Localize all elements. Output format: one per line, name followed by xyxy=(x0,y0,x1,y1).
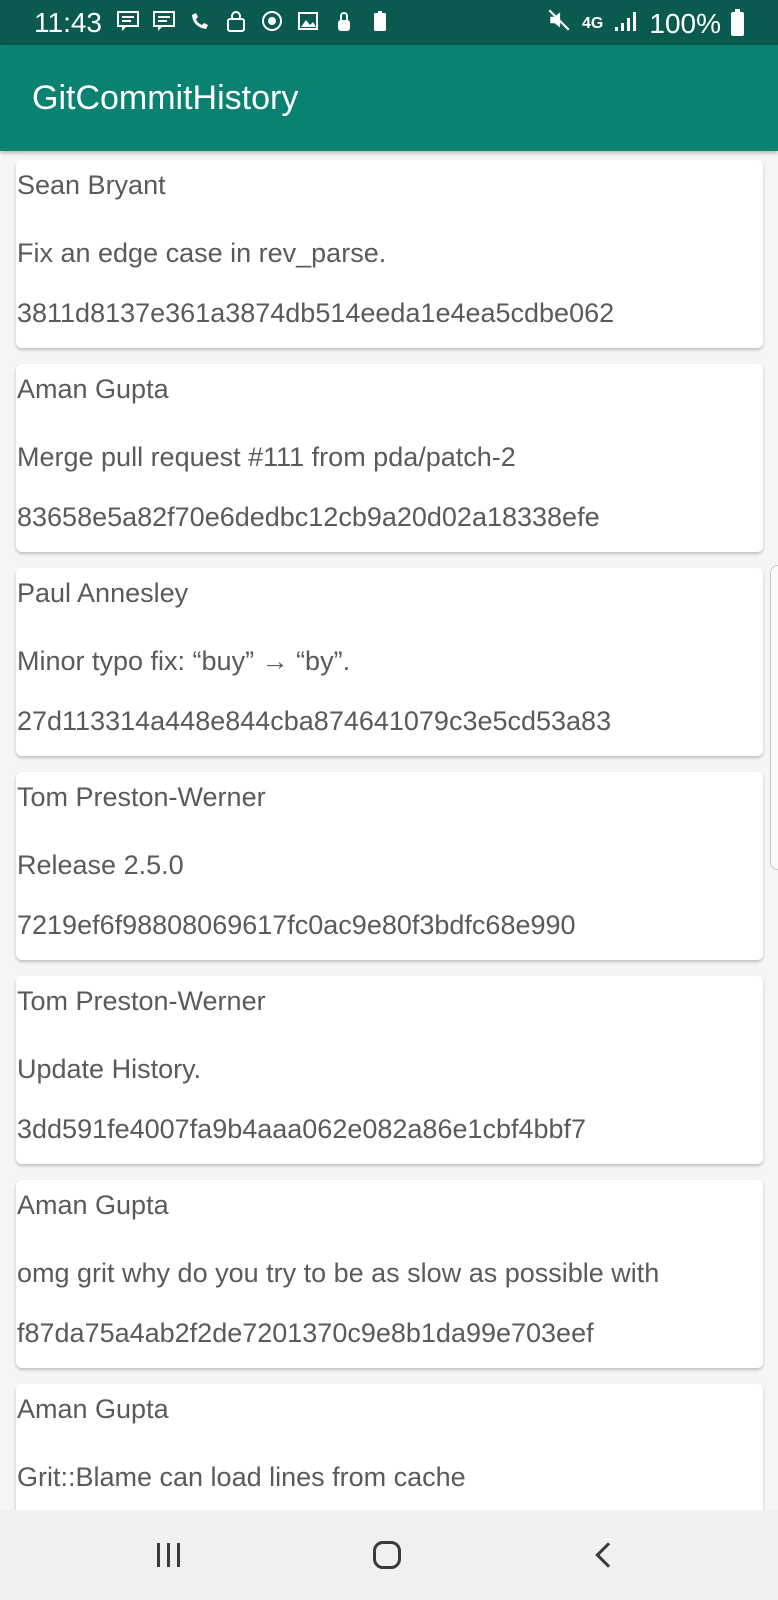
commit-list[interactable]: Sean Bryant Fix an edge case in rev_pars… xyxy=(0,151,778,1510)
commit-card[interactable]: Paul Annesley Minor typo fix: “buy” → “b… xyxy=(16,568,763,756)
commit-message: Release 2.5.0 xyxy=(17,850,184,880)
home-button[interactable] xyxy=(357,1530,417,1580)
image-icon xyxy=(295,8,321,34)
status-time: 11:43 xyxy=(34,7,102,38)
app-bar: GitCommitHistory xyxy=(0,45,778,151)
commit-sha: 27d113314a448e844cba874641079c3e5cd53a83 xyxy=(17,706,612,737)
commit-card[interactable]: Tom Preston-Werner Release 2.5.0 7219ef6… xyxy=(16,772,763,960)
recents-button[interactable] xyxy=(138,1530,198,1580)
commit-sha: 7219ef6f98808069617fc0ac9e80f3bdfc68e990 xyxy=(17,910,576,941)
commit-card[interactable]: Aman Gupta Grit::Blame can load lines fr… xyxy=(16,1384,763,1510)
commit-author: Aman Gupta xyxy=(17,374,169,404)
commit-message: omg grit why do you try to be as slow as… xyxy=(17,1258,660,1288)
commit-message: Update History. xyxy=(17,1054,202,1084)
sync-icon xyxy=(259,8,285,34)
app-title: GitCommitHistory xyxy=(32,79,299,117)
status-notification-icons xyxy=(115,8,393,34)
commit-card[interactable]: Aman Gupta Merge pull request #111 from … xyxy=(16,364,763,552)
navigation-bar xyxy=(0,1510,778,1600)
signal-icon xyxy=(613,8,639,40)
commit-sha: 3811d8137e361a3874db514eeda1e4ea5cdbe062 xyxy=(17,298,615,329)
lock-icon xyxy=(331,8,357,34)
battery-saver-icon xyxy=(367,8,393,34)
recents-icon xyxy=(156,1543,180,1567)
message-icon xyxy=(115,8,141,34)
commit-card[interactable]: Sean Bryant Fix an edge case in rev_pars… xyxy=(16,160,763,348)
commit-author: Tom Preston-Werner xyxy=(17,986,266,1016)
commit-sha: 3dd591fe4007fa9b4aaa062e082a86e1cbf4bbf7 xyxy=(17,1114,587,1145)
commit-message: Fix an edge case in rev_parse. xyxy=(17,238,387,268)
status-bar: 11:43 4G 100% xyxy=(0,0,778,45)
commit-sha: 83658e5a82f70e6dedbc12cb9a20d02a18338efe xyxy=(17,502,600,533)
battery-icon xyxy=(731,8,744,36)
home-icon xyxy=(373,1541,401,1569)
commit-author: Aman Gupta xyxy=(17,1190,169,1220)
status-right: 4G 100% xyxy=(546,7,744,40)
back-icon xyxy=(595,1542,621,1568)
lte-4g-icon: 4G xyxy=(582,14,604,32)
lock-icon xyxy=(223,8,249,34)
commit-message: Minor typo fix: “buy” → “by”. xyxy=(17,646,351,676)
commit-message: Grit::Blame can load lines from cache xyxy=(17,1462,466,1492)
message-icon xyxy=(151,8,177,34)
wifi-call-icon xyxy=(187,8,213,34)
commit-author: Paul Annesley xyxy=(17,578,189,608)
commit-card[interactable]: Aman Gupta omg grit why do you try to be… xyxy=(16,1180,763,1368)
back-button[interactable] xyxy=(578,1530,638,1580)
commit-author: Tom Preston-Werner xyxy=(17,782,266,812)
mute-icon xyxy=(546,7,572,40)
scrollbar[interactable] xyxy=(770,565,778,870)
commit-author: Aman Gupta xyxy=(17,1394,169,1424)
commit-message: Merge pull request #111 from pda/patch-2 xyxy=(17,442,516,472)
battery-percent: 100% xyxy=(649,7,721,39)
commit-card[interactable]: Tom Preston-Werner Update History. 3dd59… xyxy=(16,976,763,1164)
commit-author: Sean Bryant xyxy=(17,170,166,200)
commit-sha: f87da75a4ab2f2de7201370c9e8b1da99e703eef xyxy=(17,1318,594,1349)
